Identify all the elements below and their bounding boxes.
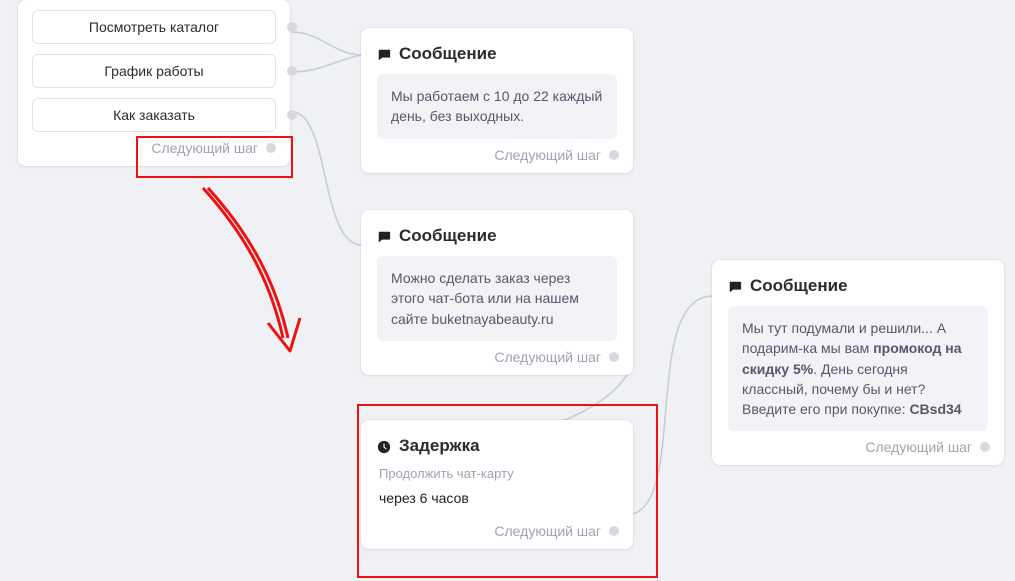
next-step[interactable]: Следующий шаг — [865, 439, 990, 455]
annotation-highlight-next — [136, 136, 293, 178]
node-port[interactable] — [287, 110, 297, 120]
next-step[interactable]: Следующий шаг — [494, 147, 619, 163]
message-body: Мы работаем с 10 до 22 каждый день, без … — [377, 74, 617, 139]
message-body: Мы тут подумали и решили... А подарим-ка… — [728, 306, 988, 431]
annotation-highlight-delay — [357, 404, 658, 578]
message-icon — [728, 279, 742, 293]
next-step-label: Следующий шаг — [865, 439, 972, 455]
node-port[interactable] — [287, 66, 297, 76]
next-step[interactable]: Следующий шаг — [494, 349, 619, 365]
option-label: График работы — [104, 63, 203, 79]
next-step-label: Следующий шаг — [494, 349, 601, 365]
message-node-2[interactable]: Сообщение Можно сделать заказ через этог… — [361, 210, 633, 375]
option-button-hours[interactable]: График работы — [32, 54, 276, 88]
node-port[interactable] — [609, 352, 619, 362]
option-button-catalog[interactable]: Посмотреть каталог — [32, 10, 276, 44]
node-port[interactable] — [287, 22, 297, 32]
card-title: Сообщение — [377, 44, 617, 64]
next-step-label: Следующий шаг — [494, 147, 601, 163]
message-body: Можно сделать заказ через этого чат-бота… — [377, 256, 617, 341]
option-label: Посмотреть каталог — [89, 19, 219, 35]
annotation-arrow — [168, 183, 318, 373]
title-text: Сообщение — [399, 44, 497, 64]
message-node-1[interactable]: Сообщение Мы работаем с 10 до 22 каждый … — [361, 28, 633, 173]
message-icon — [377, 229, 391, 243]
node-port[interactable] — [980, 442, 990, 452]
option-label: Как заказать — [113, 107, 195, 123]
card-title: Сообщение — [728, 276, 988, 296]
node-port[interactable] — [609, 150, 619, 160]
message-icon — [377, 47, 391, 61]
message-node-3[interactable]: Сообщение Мы тут подумали и решили... А … — [712, 260, 1004, 465]
title-text: Сообщение — [399, 226, 497, 246]
card-title: Сообщение — [377, 226, 617, 246]
option-button-order[interactable]: Как заказать — [32, 98, 276, 132]
title-text: Сообщение — [750, 276, 848, 296]
